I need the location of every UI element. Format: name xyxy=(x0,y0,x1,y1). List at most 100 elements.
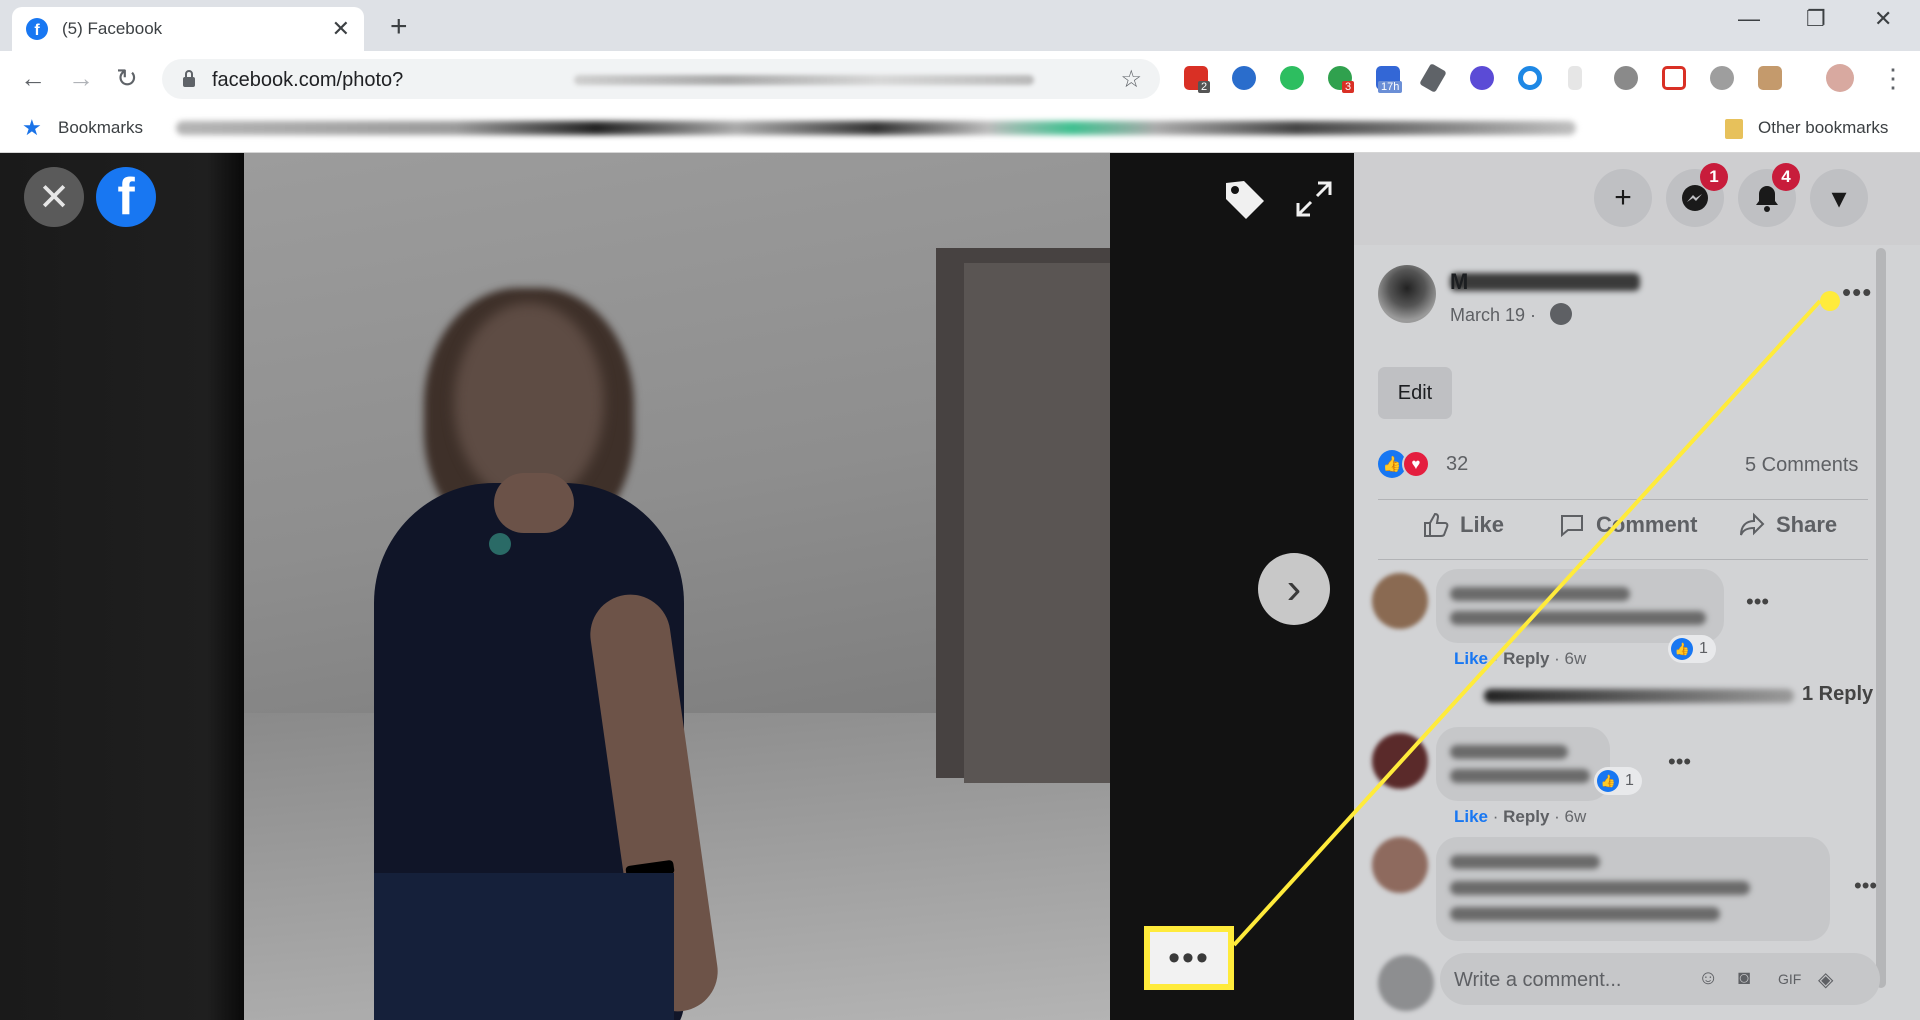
tab-close-icon[interactable]: ✕ xyxy=(332,16,350,42)
back-icon[interactable]: ← xyxy=(20,63,46,94)
next-photo-button[interactable]: › xyxy=(1258,553,1330,625)
like-button[interactable]: Like xyxy=(1422,511,1504,539)
tag-icon[interactable] xyxy=(1222,177,1268,223)
notifications-button[interactable]: 4 xyxy=(1738,163,1800,227)
reactions-summary[interactable]: 👍 ♥ 32 xyxy=(1378,450,1468,478)
comment-reactions[interactable]: 👍 1 xyxy=(1668,635,1716,663)
browser-tab[interactable]: f (5) Facebook ✕ xyxy=(12,7,364,51)
comment-meta: Like · Reply · 6w xyxy=(1454,807,1587,826)
comment-bubble xyxy=(1436,569,1724,643)
post-sidebar: + 1 4 ▾ M March 19 · ••• Edit 👍 ♥ 32 5 C… xyxy=(1354,153,1920,1020)
new-tab-button[interactable]: + xyxy=(390,10,408,44)
viewer-left-margin xyxy=(0,153,244,1020)
comment-age[interactable]: 6w xyxy=(1565,649,1587,668)
url-text: facebook.com/photo? xyxy=(212,69,404,91)
extension-icon[interactable] xyxy=(1568,66,1582,90)
comment-bubble xyxy=(1436,727,1610,801)
comment-reply-link[interactable]: Reply xyxy=(1503,807,1549,826)
fullscreen-icon[interactable] xyxy=(1294,179,1334,219)
commenter-avatar[interactable] xyxy=(1372,837,1428,893)
bookmark-star-icon[interactable]: ☆ xyxy=(1120,65,1142,94)
edit-button[interactable]: Edit xyxy=(1378,367,1452,419)
facebook-logo-icon[interactable]: f xyxy=(96,167,156,227)
comment-reactions[interactable]: 👍 1 xyxy=(1594,767,1642,795)
tab-title: (5) Facebook xyxy=(62,19,163,38)
forward-icon[interactable]: → xyxy=(68,63,94,94)
like-label: Like xyxy=(1460,512,1505,537)
extension-badge: 17h xyxy=(1378,81,1403,93)
comment-options-button[interactable]: ••• xyxy=(1668,749,1691,775)
comments-count[interactable]: 5 Comments xyxy=(1745,454,1858,477)
lock-icon xyxy=(183,70,195,87)
window-close-icon[interactable]: ✕ xyxy=(1874,6,1892,32)
comment-options-button[interactable]: ••• xyxy=(1854,873,1877,899)
comment-like-link[interactable]: Like xyxy=(1454,649,1488,668)
share-button[interactable]: Share xyxy=(1738,511,1837,539)
camera-icon[interactable]: ◙ xyxy=(1738,967,1750,990)
messenger-button[interactable]: 1 xyxy=(1666,163,1728,227)
browser-tab-bar: f (5) Facebook ✕ + — ❐ ✕ xyxy=(0,0,1920,51)
thumbs-up-icon xyxy=(1424,512,1449,537)
minimize-icon[interactable]: — xyxy=(1738,6,1760,32)
post-options-button[interactable]: ••• xyxy=(1842,277,1872,308)
extension-icon[interactable] xyxy=(1662,66,1686,90)
view-replies-link[interactable]: 1 Reply xyxy=(1802,683,1873,706)
annotation-dot xyxy=(1820,291,1840,311)
bookmarks-redacted xyxy=(176,121,1576,135)
commenter-avatar[interactable] xyxy=(1372,573,1428,629)
profile-avatar[interactable] xyxy=(1826,64,1854,92)
facebook-favicon-icon: f xyxy=(26,18,48,40)
comment-label: Comment xyxy=(1596,512,1698,537)
evernote-icon[interactable] xyxy=(1280,66,1304,90)
address-bar[interactable]: facebook.com/photo? ☆ xyxy=(162,59,1160,99)
share-icon xyxy=(1740,512,1765,536)
comment-meta: Like · Reply · 6w xyxy=(1454,649,1587,668)
emoji-icon[interactable]: ☺ xyxy=(1698,967,1718,990)
comment-age[interactable]: 6w xyxy=(1565,807,1587,826)
comment-options-button[interactable]: ••• xyxy=(1746,589,1769,615)
extension-icon[interactable] xyxy=(1419,63,1447,93)
author-avatar[interactable] xyxy=(1378,265,1436,323)
photo xyxy=(244,153,1110,1020)
reply-preview-redacted xyxy=(1484,689,1794,703)
extension-icon[interactable] xyxy=(1758,66,1782,90)
messenger-badge: 1 xyxy=(1700,163,1728,191)
reaction-count: 32 xyxy=(1446,452,1469,475)
like-reaction-icon: 👍 xyxy=(1597,770,1619,792)
commenter-avatar[interactable] xyxy=(1372,733,1428,789)
gif-icon[interactable]: GIF xyxy=(1778,971,1801,987)
comment-button[interactable]: Comment xyxy=(1558,511,1697,539)
author-name[interactable]: M xyxy=(1450,269,1468,295)
folder-icon xyxy=(1725,119,1743,139)
adblock-icon[interactable] xyxy=(1710,66,1734,90)
reload-icon[interactable]: ↻ xyxy=(116,63,138,94)
bookmarks-label[interactable]: Bookmarks xyxy=(58,118,143,138)
my-avatar[interactable] xyxy=(1378,955,1434,1011)
post-date[interactable]: March 19 · xyxy=(1450,305,1536,326)
comment-input-placeholder: Write a comment... xyxy=(1454,969,1622,991)
browser-toolbar: ← → ↻ facebook.com/photo? ☆ 2 3 17h ⋮ xyxy=(0,51,1920,105)
comment-like-link[interactable]: Like xyxy=(1454,807,1488,826)
extension-icon[interactable] xyxy=(1232,66,1256,90)
sidebar-scrollbar[interactable] xyxy=(1876,248,1886,988)
extension-icon[interactable] xyxy=(1614,66,1638,90)
bookmarks-bar: ★ Bookmarks Other bookmarks xyxy=(0,105,1920,153)
create-button[interactable]: + xyxy=(1594,169,1652,227)
account-menu-button[interactable]: ▾ xyxy=(1810,169,1868,227)
comment-reply-link[interactable]: Reply xyxy=(1503,649,1549,668)
restore-icon[interactable]: ❐ xyxy=(1806,6,1826,32)
share-label: Share xyxy=(1776,512,1838,537)
sticker-icon[interactable]: ◈ xyxy=(1818,967,1833,992)
extension-badge: 3 xyxy=(1342,81,1355,93)
other-bookmarks[interactable]: Other bookmarks xyxy=(1758,118,1888,138)
love-reaction-icon: ♥ xyxy=(1402,450,1430,478)
close-viewer-button[interactable]: ✕ xyxy=(24,167,84,227)
extension-icon[interactable] xyxy=(1518,66,1542,90)
extension-badge: 2 xyxy=(1198,81,1211,93)
browser-menu-icon[interactable]: ⋮ xyxy=(1880,63,1906,94)
globe-icon xyxy=(1550,303,1572,325)
extension-icon[interactable] xyxy=(1470,66,1494,90)
photo-options-button[interactable]: ••• xyxy=(1144,926,1234,990)
photo-viewer: ✕ f › ••• xyxy=(0,153,1354,1020)
notifications-badge: 4 xyxy=(1772,163,1800,191)
